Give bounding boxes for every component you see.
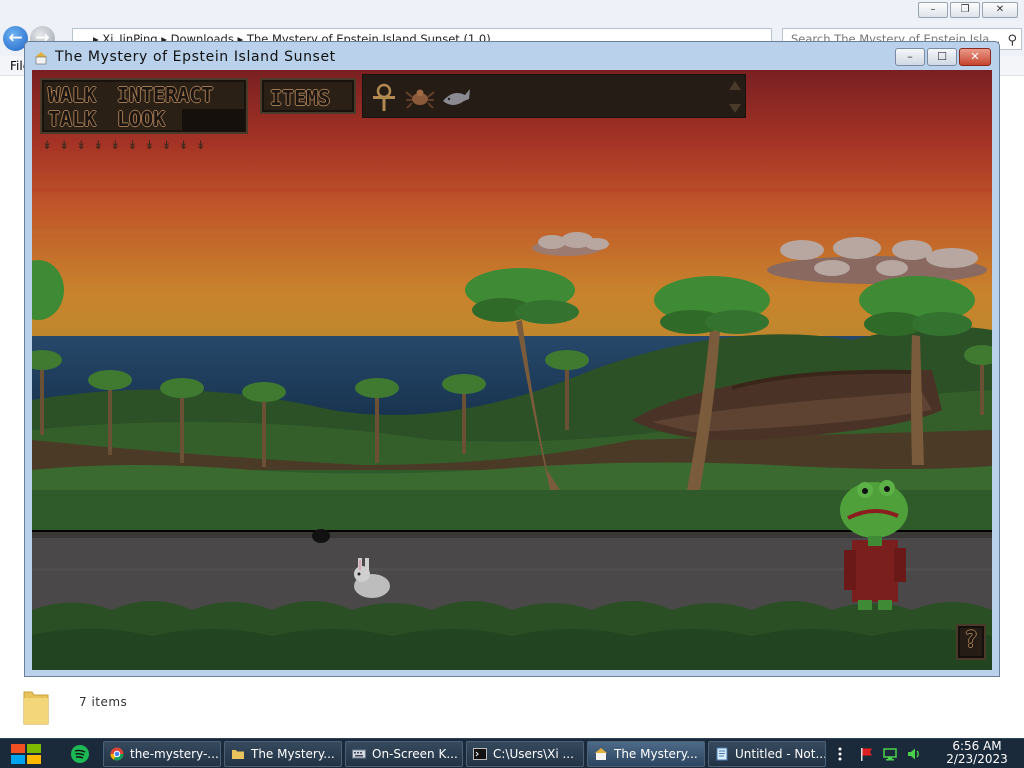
explorer-close-button[interactable]: ✕ [982, 2, 1018, 18]
game-close-button[interactable]: ✕ [959, 48, 991, 66]
taskbar-item[interactable]: The Mystery... [224, 741, 342, 767]
down-arrow-icon: ↡ [195, 138, 206, 152]
ankh-icon[interactable] [369, 83, 399, 113]
taskbar-item[interactable]: On-Screen K... [345, 741, 463, 767]
down-arrow-icon: ↡ [76, 138, 87, 152]
explorer-maximize-button[interactable]: ❐ [950, 2, 980, 18]
tray-overflow-icon[interactable] [836, 746, 844, 762]
folder-icon [232, 750, 244, 759]
taskbar-item[interactable]: C:\Users\Xi ... [466, 741, 584, 767]
taskbar: the-mystery-... The Mystery... On-Screen… [0, 738, 1024, 768]
items-label: ITEMS [270, 86, 331, 110]
taskbar-item-label: The Mystery... [614, 747, 698, 761]
chrome-icon [110, 747, 124, 761]
game-minimize-button[interactable]: – [895, 48, 925, 66]
folder-icon [23, 691, 49, 725]
arrow-row: ↡ ↡ ↡ ↡ ↡ ↡ ↡ ↡ ↡ ↡ [40, 138, 250, 152]
down-arrow-icon: ↡ [93, 138, 104, 152]
game-window: The Mystery of Epstein Island Sunset – ☐… [24, 41, 1000, 677]
taskbar-item[interactable]: the-mystery-... [103, 741, 221, 767]
taskbar-item[interactable]: Untitled - Not... [708, 741, 826, 767]
clock[interactable]: 6:56 AM 2/23/2023 [934, 740, 1020, 766]
keyboard-icon [352, 749, 366, 759]
console-icon [473, 748, 487, 760]
taskbar-item-active[interactable]: The Mystery... [587, 741, 705, 767]
down-arrow-icon: ↡ [178, 138, 189, 152]
dark-hole[interactable] [312, 529, 330, 543]
game-scene [32, 70, 992, 670]
search-icon[interactable]: ⚲ [1007, 31, 1017, 49]
down-arrow-icon: ↡ [127, 138, 138, 152]
verb-walk[interactable]: WALK [48, 84, 96, 106]
action-center-flag-icon[interactable] [858, 746, 874, 762]
taskbar-item-label: The Mystery... [251, 747, 335, 761]
down-arrow-icon: ↡ [110, 138, 121, 152]
notepad-icon [716, 747, 728, 761]
down-arrow-icon: ↡ [59, 138, 70, 152]
explorer-minimize-button[interactable]: – [918, 2, 948, 18]
explorer-title-bar: – ❐ ✕ [0, 0, 1024, 22]
items-count: 7 items [79, 695, 128, 709]
explorer-caption-buttons: – ❐ ✕ [918, 2, 1018, 18]
taskbar-item-label: C:\Users\Xi ... [493, 747, 574, 761]
game-window-caption-buttons: – ☐ ✕ [895, 48, 991, 66]
down-arrow-icon: ↡ [42, 138, 53, 152]
verb-empty-slot [182, 109, 244, 131]
windows-start-icon[interactable] [8, 741, 46, 767]
game-window-icon [35, 52, 47, 65]
game-window-title: The Mystery of Epstein Island Sunset [55, 49, 336, 65]
spider-icon[interactable] [405, 83, 435, 113]
game-icon [595, 748, 607, 760]
clock-date: 2/23/2023 [946, 752, 1008, 766]
items-button[interactable]: ITEMS [260, 78, 356, 114]
game-canvas[interactable]: WALK INTERACT TALK LOOK ITEMS ↡ ↡ ↡ ↡ ↡ … [32, 70, 992, 670]
verb-interact[interactable]: INTERACT [117, 84, 213, 106]
explorer-status-bar: 7 items [0, 676, 1024, 738]
inventory-bar [362, 74, 746, 118]
fish-icon[interactable] [441, 83, 471, 113]
help-button[interactable]: ? [956, 624, 986, 660]
spotify-icon[interactable] [62, 742, 98, 766]
taskbar-item-label: the-mystery-... [130, 747, 219, 761]
down-arrow-icon: ↡ [161, 138, 172, 152]
down-arrow-icon: ↡ [144, 138, 155, 152]
verb-panel: WALK INTERACT TALK LOOK [40, 78, 248, 134]
volume-icon[interactable] [906, 746, 922, 762]
system-tray [834, 741, 934, 767]
game-maximize-button[interactable]: ☐ [927, 48, 957, 66]
taskbar-item-label: Untitled - Not... [735, 747, 826, 761]
inventory-scroll-arrows[interactable] [727, 77, 743, 117]
network-icon[interactable] [882, 746, 898, 762]
taskbar-item-label: On-Screen K... [372, 747, 458, 761]
verb-talk[interactable]: TALK [48, 108, 96, 130]
verb-look[interactable]: LOOK [117, 108, 165, 130]
